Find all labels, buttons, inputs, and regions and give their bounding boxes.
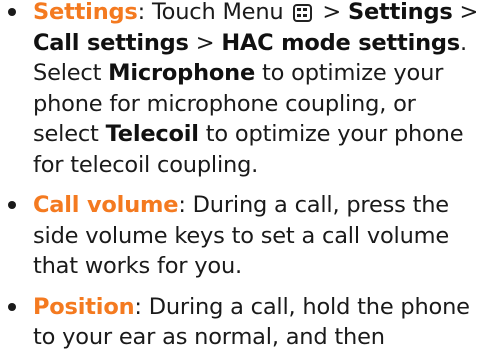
bold-microphone: Microphone (108, 60, 256, 86)
bold-settings: Settings (347, 0, 453, 25)
text: > (322, 0, 342, 25)
list-item-position: Position: During a call, hold the phone … (0, 292, 487, 353)
bullet-icon (8, 201, 16, 209)
term-position: Position (33, 293, 135, 320)
bold-call-settings: Call settings (33, 29, 189, 56)
text: : Touch Menu (137, 0, 284, 25)
text: > (459, 0, 479, 25)
term-call-volume: Call volume (33, 192, 179, 218)
term-settings: Settings (33, 0, 138, 25)
bullet-icon (8, 8, 16, 16)
menu-key-icon (293, 4, 313, 22)
bold-hac-mode-settings: HAC mode settings (221, 29, 460, 56)
hearing-aid-tips-list: Settings: Touch Menu > Settings > Call s… (0, 0, 487, 353)
list-item-call-volume: Call volume: During a call, press the si… (0, 190, 487, 282)
bullet-icon (8, 302, 16, 311)
list-item-settings: Settings: Touch Menu > Settings > Call s… (0, 0, 487, 180)
text: > (195, 29, 215, 56)
bold-telecoil: Telecoil (105, 121, 199, 147)
